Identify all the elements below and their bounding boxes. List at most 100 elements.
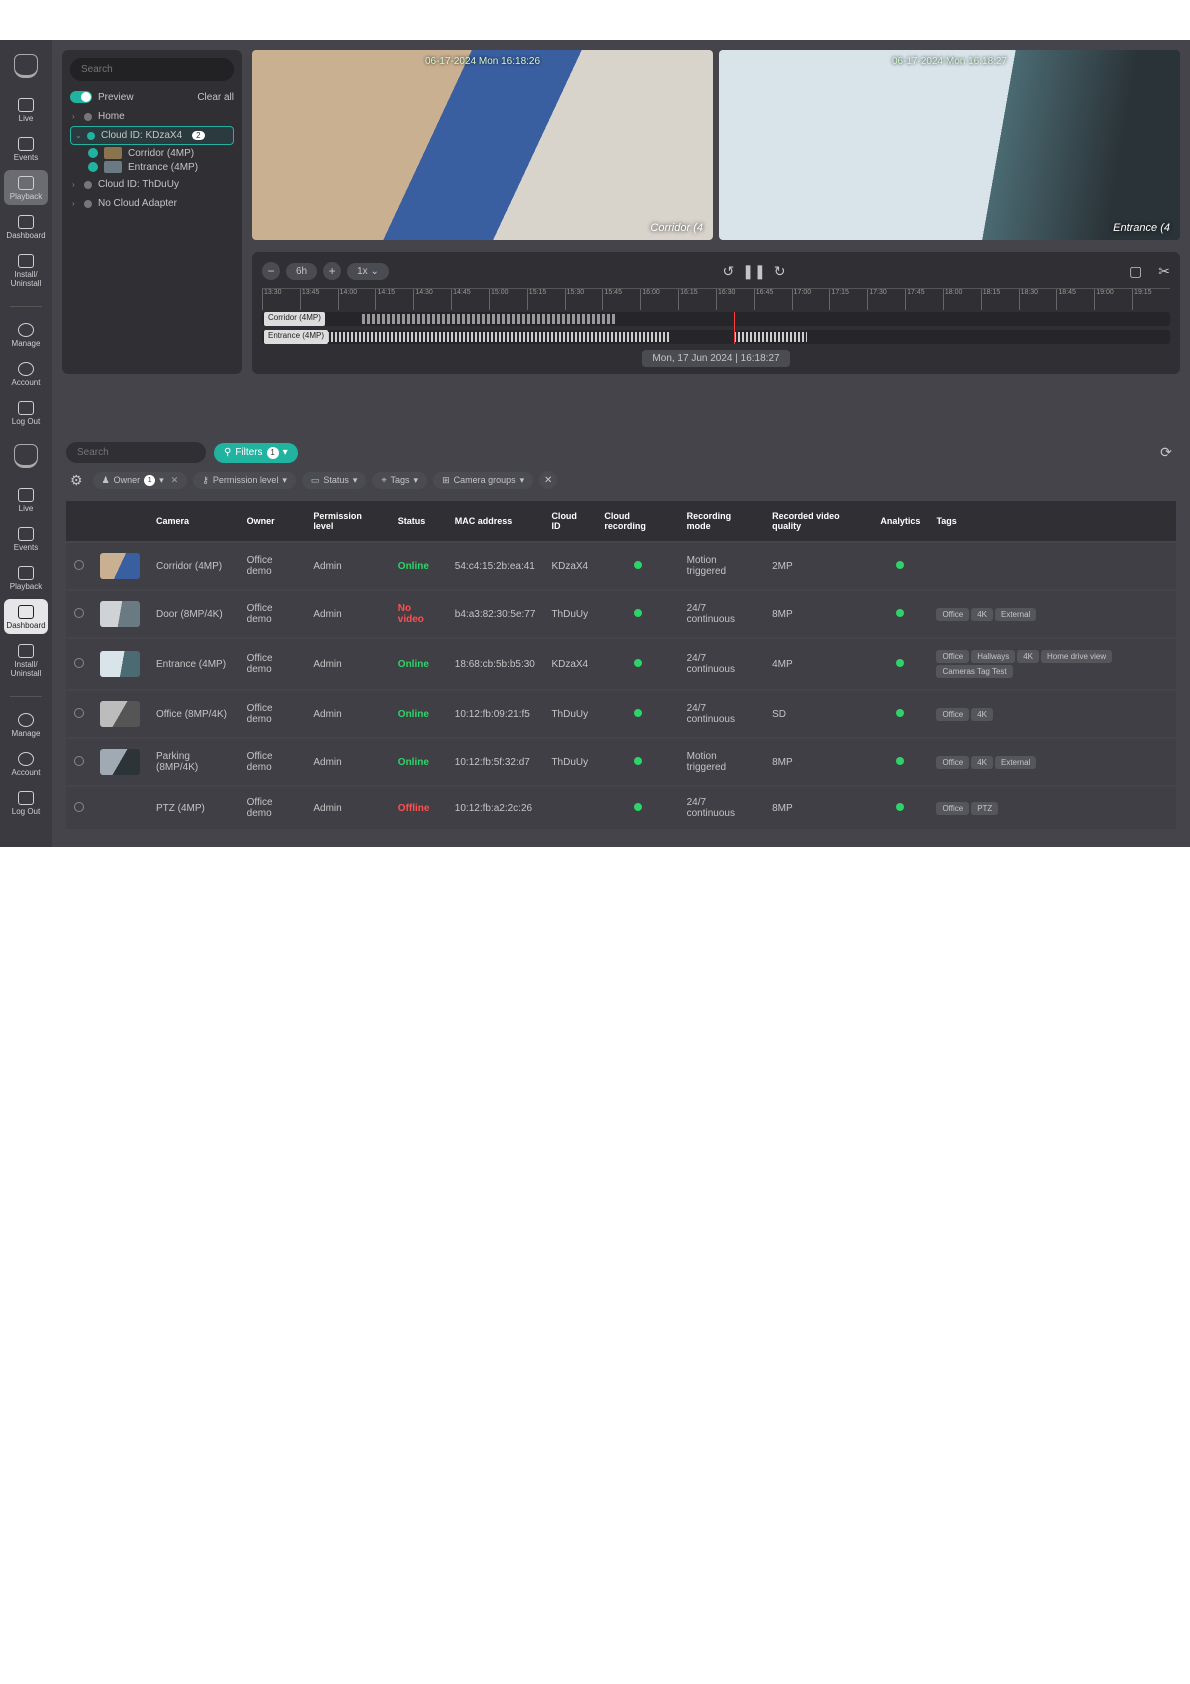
tag-chip[interactable]: Cameras Tag Test [936, 665, 1012, 678]
nav-dashboard[interactable]: Dashboard [4, 599, 48, 634]
cell-mac: 10:12:fb:a2:2c:26 [447, 786, 544, 829]
cell-permission: Admin [305, 590, 389, 638]
filter-status[interactable]: ▭Status▾ [302, 472, 367, 489]
tree-cloud-2[interactable]: ›Cloud ID: ThDuUy [70, 175, 234, 194]
tag-chip[interactable]: Hallways [971, 650, 1015, 663]
clear-all-link[interactable]: Clear all [197, 92, 234, 103]
nav-logout[interactable]: Log Out [4, 395, 48, 430]
table-row[interactable]: Entrance (4MP)Office demoAdminOnline18:6… [66, 638, 1176, 690]
tag-chip[interactable]: 4K [971, 608, 993, 621]
tree-home[interactable]: ›Home [70, 107, 234, 126]
tag-chip[interactable]: PTZ [971, 802, 998, 815]
timeline-tick: 18:30 [1019, 289, 1057, 310]
tag-chip[interactable]: Office [936, 802, 969, 815]
nav-account[interactable]: Account [4, 356, 48, 391]
tag-chip[interactable]: Office [936, 756, 969, 769]
cell-quality: 8MP [764, 738, 872, 786]
row-select-radio[interactable] [74, 560, 84, 570]
row-select-radio[interactable] [74, 658, 84, 668]
nav-playback[interactable]: Playback [4, 560, 48, 595]
tag-chip[interactable]: Office [936, 708, 969, 721]
camera-thumbnail [100, 651, 140, 677]
rewind-icon[interactable]: ↺ [722, 263, 734, 280]
row-select-radio[interactable] [74, 708, 84, 718]
cell-camera: Parking (8MP/4K) [148, 738, 239, 786]
tag-chip[interactable]: Home drive view [1041, 650, 1112, 663]
feed-timestamp: 06-17-2024 Mon 16:18:27 [892, 56, 1007, 67]
nav-dashboard[interactable]: Dashboard [4, 209, 48, 244]
row-select-radio[interactable] [74, 608, 84, 618]
cell-cloud-recording [596, 542, 678, 590]
forward-icon[interactable]: ↻ [774, 263, 786, 280]
nav-manage[interactable]: Manage [4, 317, 48, 352]
table-row[interactable]: Door (8MP/4K)Office demoAdminNo videob4:… [66, 590, 1176, 638]
zoom-out-button[interactable]: − [262, 262, 280, 280]
nav-live[interactable]: Live [4, 482, 48, 517]
nav-live[interactable]: Live [4, 92, 48, 127]
cell-analytics [872, 786, 928, 829]
nav-account[interactable]: Account [4, 746, 48, 781]
table-row[interactable]: Corridor (4MP)Office demoAdminOnline54:c… [66, 542, 1176, 590]
timeline-track-corridor[interactable]: Corridor (4MP) [262, 312, 1170, 326]
timeline-tick: 16:15 [678, 289, 716, 310]
cell-tags: OfficePTZ [928, 786, 1176, 829]
nav-install[interactable]: Install/ Uninstall [4, 248, 48, 292]
filter-tags[interactable]: ⌖Tags▾ [372, 472, 427, 489]
timeline-tick: 13:45 [300, 289, 338, 310]
pause-icon[interactable]: ❚❚ [742, 263, 765, 280]
table-row[interactable]: Office (8MP/4K)Office demoAdminOnline10:… [66, 690, 1176, 738]
nav-manage[interactable]: Manage [4, 707, 48, 742]
cell-tags: Office4KExternal [928, 738, 1176, 786]
tag-chip[interactable]: 4K [971, 756, 993, 769]
refresh-button[interactable]: ⟳ [1156, 443, 1176, 463]
preview-toggle[interactable] [70, 91, 92, 103]
tag-chip[interactable]: Office [936, 650, 969, 663]
tag-chip[interactable]: 4K [971, 708, 993, 721]
timeline-tick: 14:15 [375, 289, 413, 310]
row-select-radio[interactable] [74, 802, 84, 812]
filters-button[interactable]: ⚲ Filters 1 ▾ [214, 443, 298, 463]
tag-chip[interactable]: Office [936, 608, 969, 621]
zoom-in-button[interactable]: + [323, 262, 341, 280]
table-row[interactable]: PTZ (4MP)Office demoAdminOffline10:12:fb… [66, 786, 1176, 829]
tag-chip[interactable]: 4K [1017, 650, 1039, 663]
tag-chip[interactable]: External [995, 608, 1036, 621]
cell-cloud-recording [596, 690, 678, 738]
cell-owner: Office demo [239, 690, 306, 738]
clip-icon[interactable]: ✂ [1158, 263, 1170, 280]
timeline-ruler[interactable]: 13:3013:4514:0014:1514:3014:4515:0015:15… [262, 288, 1170, 310]
table-row[interactable]: Parking (8MP/4K)Office demoAdminOnline10… [66, 738, 1176, 786]
nav-install[interactable]: Install/ Uninstall [4, 638, 48, 682]
tree-no-adapter[interactable]: ›No Cloud Adapter [70, 194, 234, 213]
tree-camera-corridor[interactable]: Corridor (4MP) [70, 147, 234, 159]
tree-search-input[interactable] [70, 58, 234, 81]
speed-pill[interactable]: 1x ⌄ [347, 263, 389, 280]
tree-cloud-1[interactable]: ⌄Cloud ID: KDzaX42 [70, 126, 234, 145]
timeline-tick: 14:30 [413, 289, 451, 310]
video-feed-corridor[interactable]: 06-17-2024 Mon 16:18:26 Corridor (4 [252, 50, 713, 240]
cell-camera: PTZ (4MP) [148, 786, 239, 829]
nav-logout[interactable]: Log Out [4, 785, 48, 820]
nav-playback[interactable]: Playback [4, 170, 48, 205]
row-select-radio[interactable] [74, 756, 84, 766]
timeline-track-entrance[interactable]: Entrance (4MP) [262, 330, 1170, 344]
filter-groups[interactable]: ⊞Camera groups▾ [433, 472, 533, 489]
table-header: Cloud ID [543, 501, 596, 542]
tree-camera-entrance[interactable]: Entrance (4MP) [70, 161, 234, 173]
timeline-cursor[interactable] [734, 312, 735, 344]
nav-events[interactable]: Events [4, 521, 48, 556]
table-header: Owner [239, 501, 306, 542]
nav-events[interactable]: Events [4, 131, 48, 166]
sidebar-nav-2: Live Events Playback Dashboard Install/ … [0, 430, 52, 847]
video-feed-entrance[interactable]: 06-17-2024 Mon 16:18:27 Entrance (4 [719, 50, 1180, 240]
clear-filters-button[interactable]: ✕ [539, 471, 557, 489]
timeline-tick: 18:00 [943, 289, 981, 310]
range-pill[interactable]: 6h [286, 263, 317, 280]
snapshot-icon[interactable]: ▢ [1129, 263, 1142, 280]
columns-icon[interactable]: ⚙ [66, 472, 87, 489]
cell-recording-mode: 24/7 continuous [679, 638, 764, 690]
filter-owner[interactable]: ♟Owner1▾✕ [93, 472, 188, 489]
dashboard-search-input[interactable] [66, 442, 206, 463]
tag-chip[interactable]: External [995, 756, 1036, 769]
filter-permission[interactable]: ⚷Permission level▾ [193, 472, 296, 489]
